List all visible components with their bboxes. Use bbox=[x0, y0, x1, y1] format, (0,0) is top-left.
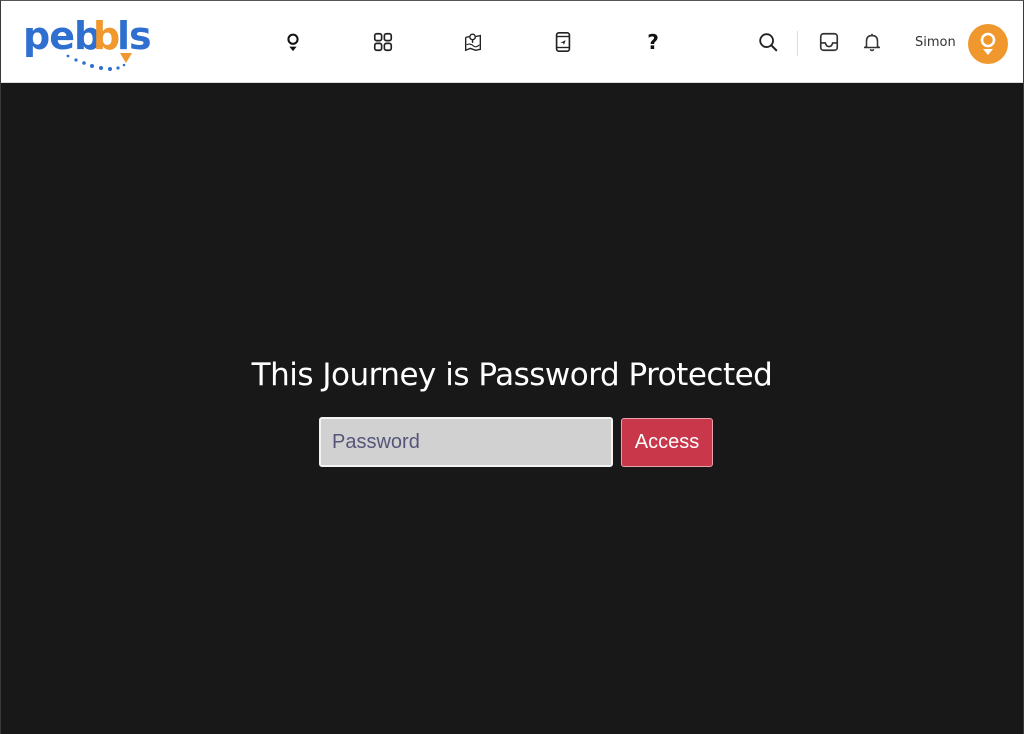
password-input[interactable] bbox=[319, 417, 613, 467]
mobile-icon bbox=[555, 32, 571, 52]
user-avatar[interactable] bbox=[968, 24, 1008, 64]
header-divider bbox=[797, 31, 798, 56]
pebbls-logo[interactable]: peb b ls bbox=[21, 11, 181, 75]
top-navbar: peb b ls ? Simon bbox=[1, 1, 1023, 83]
pin-avatar-icon bbox=[980, 32, 996, 55]
search-button[interactable] bbox=[755, 29, 781, 55]
inbox-button[interactable] bbox=[816, 29, 842, 55]
search-icon bbox=[759, 33, 778, 52]
nav-journeys-button[interactable] bbox=[460, 29, 486, 55]
pin-icon bbox=[287, 33, 299, 52]
user-name[interactable]: Simon bbox=[915, 35, 956, 50]
nav-pebbles-button[interactable] bbox=[280, 29, 306, 55]
page-title: This Journey is Password Protected bbox=[251, 357, 773, 393]
nav-help-button[interactable]: ? bbox=[640, 29, 666, 55]
nav-dashboard-button[interactable] bbox=[370, 29, 396, 55]
help-icon: ? bbox=[647, 30, 659, 54]
main-content: This Journey is Password Protected Acces… bbox=[1, 84, 1023, 734]
map-icon bbox=[464, 33, 482, 52]
bell-icon bbox=[863, 33, 881, 52]
nav-app-button[interactable] bbox=[550, 29, 576, 55]
access-button[interactable]: Access bbox=[621, 418, 713, 467]
grid-icon bbox=[373, 32, 393, 52]
logo-icon: peb b ls bbox=[23, 14, 152, 71]
inbox-icon bbox=[819, 32, 839, 52]
svg-text:ls: ls bbox=[117, 14, 151, 58]
notifications-button[interactable] bbox=[859, 29, 885, 55]
svg-text:peb: peb bbox=[23, 14, 100, 58]
